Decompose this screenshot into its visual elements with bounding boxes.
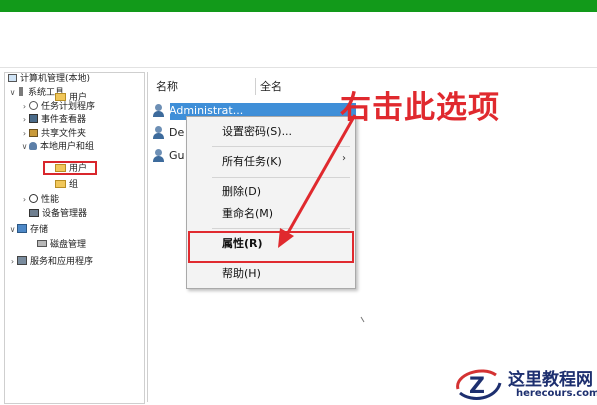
- folder-icon: [55, 179, 66, 188]
- tree-item-label: 用户: [69, 164, 88, 174]
- tree-item-device-manager[interactable]: 设备管理器: [29, 208, 87, 221]
- event-viewer-icon: [29, 114, 38, 123]
- users-group-icon: [29, 141, 37, 150]
- column-header-name[interactable]: 名称: [156, 80, 178, 94]
- tree-item-shared-folders[interactable]: › 共享文件夹: [20, 127, 86, 140]
- disk-icon: [37, 240, 47, 247]
- clock-icon: [29, 101, 38, 110]
- tree-item-groups[interactable]: 组: [55, 179, 78, 192]
- cursor-mark-icon: [360, 316, 365, 323]
- tree-item-storage[interactable]: ∨ 存储: [8, 223, 48, 236]
- annotation-callout: 右击此选项: [340, 90, 500, 126]
- column-header-fullname[interactable]: 全名: [260, 80, 282, 94]
- tree-item-performance[interactable]: › 性能: [20, 193, 59, 206]
- tree-item-label: 性能: [41, 195, 60, 205]
- annotation-arrow-icon: [278, 114, 357, 248]
- services-icon: [17, 256, 27, 265]
- storage-icon: [17, 224, 27, 233]
- shared-folder-icon: [29, 128, 38, 137]
- chevron-right-icon[interactable]: ›: [20, 127, 29, 140]
- menu-item-delete[interactable]: 删除(D): [222, 183, 261, 201]
- chevron-right-icon[interactable]: ›: [20, 193, 29, 206]
- performance-icon: [29, 194, 38, 203]
- computer-icon: [8, 73, 17, 82]
- list-row-name: De: [169, 126, 185, 139]
- tools-icon: [19, 87, 23, 96]
- chevron-down-icon[interactable]: ∨: [8, 86, 17, 99]
- tree-item-event-viewer[interactable]: › 事件查看器: [20, 113, 86, 126]
- site-name: 这里教程网: [508, 370, 593, 390]
- folder-icon: [55, 163, 66, 172]
- site-logo-icon: Z: [456, 369, 502, 400]
- tree-item-users-selected[interactable]: 用户: [55, 163, 87, 176]
- tree-item-label: 事件查看器: [41, 115, 87, 125]
- user-icon: [152, 125, 166, 139]
- svg-text:Z: Z: [469, 374, 485, 399]
- tree-item-label: 用户: [69, 93, 88, 103]
- tree-item-label: 计算机管理(本地): [20, 74, 91, 84]
- chevron-right-icon[interactable]: ›: [8, 255, 17, 268]
- list-row-name: Gu: [169, 149, 185, 162]
- chevron-down-icon[interactable]: ∨: [20, 140, 29, 153]
- tree-item-local-users-groups[interactable]: ∨ 本地用户和组: [20, 140, 94, 153]
- tree-item-label: 存储: [30, 225, 49, 235]
- user-icon: [152, 103, 166, 117]
- top-accent-bar: [0, 0, 597, 12]
- list-row-guest[interactable]: Gu: [152, 147, 185, 165]
- site-url: herecours.com: [516, 388, 597, 399]
- tree-item-label: 共享文件夹: [41, 129, 87, 139]
- tree-item-label: 磁盘管理: [50, 240, 87, 250]
- tree-item-users[interactable]: 用户: [55, 92, 87, 105]
- chevron-down-icon[interactable]: ∨: [8, 223, 17, 236]
- device-manager-icon: [29, 208, 39, 217]
- window-toolbar-area: [0, 12, 597, 68]
- menu-item-rename[interactable]: 重命名(M): [222, 205, 273, 223]
- user-icon: [152, 148, 166, 162]
- tree-item-label: 服务和应用程序: [30, 257, 94, 267]
- tree-item-disk-management[interactable]: 磁盘管理: [37, 239, 86, 252]
- site-watermark: Z 这里教程网 herecours.com: [450, 361, 597, 405]
- folder-icon: [55, 92, 66, 101]
- tree-item-label: 组: [69, 180, 79, 190]
- column-divider[interactable]: [255, 78, 256, 95]
- tree-item-computer-management[interactable]: 计算机管理(本地): [8, 73, 90, 86]
- chevron-right-icon[interactable]: ›: [20, 113, 29, 126]
- chevron-right-icon[interactable]: ›: [20, 100, 29, 113]
- list-row-default[interactable]: De: [152, 124, 184, 142]
- tree-item-label: 本地用户和组: [40, 142, 95, 152]
- tree-item-services-apps[interactable]: › 服务和应用程序: [8, 255, 93, 268]
- tree-item-label: 设备管理器: [42, 209, 88, 219]
- menu-item-help[interactable]: 帮助(H): [222, 265, 261, 283]
